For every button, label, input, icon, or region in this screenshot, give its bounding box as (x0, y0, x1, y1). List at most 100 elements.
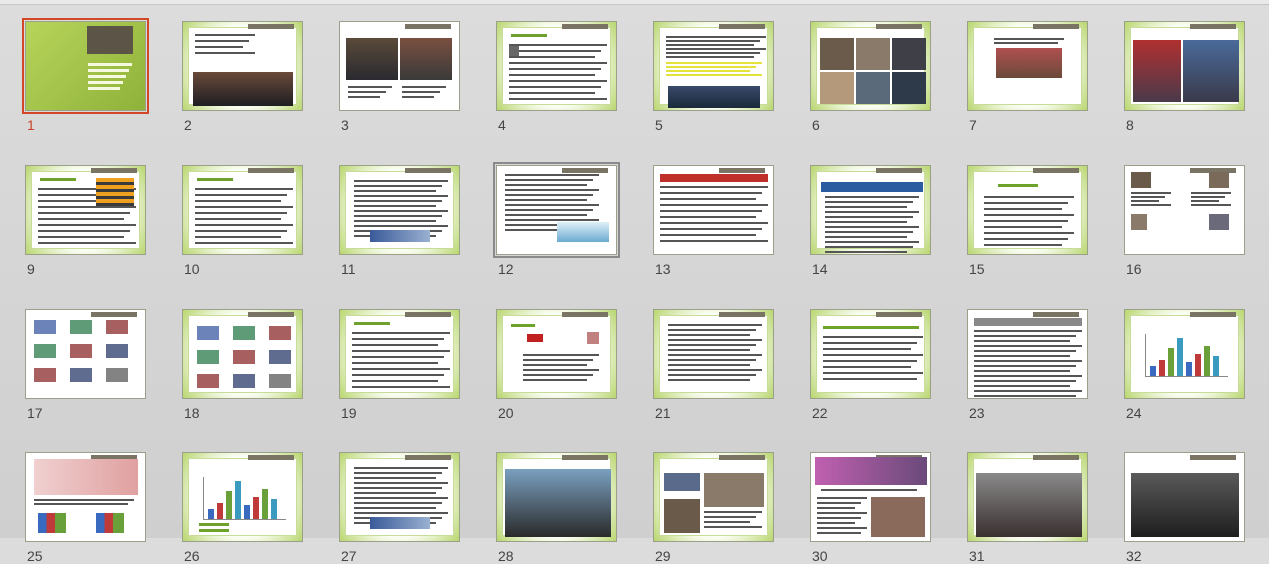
slide-thumbnail-cell[interactable]: 15 (942, 144, 1088, 277)
text-line (704, 516, 756, 518)
slide-thumbnail[interactable] (25, 452, 146, 542)
slide-frame (973, 171, 1082, 249)
slide-thumbnail[interactable] (653, 21, 774, 111)
slide-thumbnail[interactable] (653, 165, 774, 255)
slide-thumbnail[interactable] (810, 165, 931, 255)
text-line (195, 52, 255, 54)
slide-thumbnail-cell[interactable]: 28 (471, 431, 617, 564)
slide-thumbnail[interactable] (1124, 309, 1245, 399)
slide-thumbnail[interactable] (182, 309, 303, 399)
text-line (195, 34, 255, 36)
slide-thumbnail[interactable] (339, 309, 460, 399)
slide-thumbnail[interactable] (967, 452, 1088, 542)
text-line (509, 68, 601, 70)
text-line (668, 374, 756, 376)
slide-thumbnail[interactable] (339, 21, 460, 111)
text-line (195, 230, 287, 232)
slide-thumbnail[interactable] (1124, 452, 1245, 542)
slide-thumbnail-cell[interactable]: 32 (1099, 431, 1245, 564)
slide-thumbnail-cell[interactable]: 25 (0, 431, 146, 564)
slide-thumbnail-cell[interactable]: 29 (628, 431, 774, 564)
slide-thumbnail[interactable] (493, 162, 620, 258)
slide-thumbnail-cell[interactable]: 13 (628, 144, 774, 277)
slide-thumbnail-cell[interactable]: 19 (314, 288, 460, 421)
text-line (523, 369, 599, 371)
text-line (660, 222, 768, 224)
slide-frame (345, 315, 454, 393)
slide-thumbnail[interactable] (967, 309, 1088, 399)
logo-mark (34, 320, 56, 334)
slide-thumbnail-cell[interactable]: 12 (471, 144, 620, 277)
slide-thumbnail[interactable] (1124, 165, 1245, 255)
text-line (348, 96, 380, 98)
slide-thumbnail-cell[interactable]: 3 (314, 0, 460, 133)
slide-photo (704, 473, 764, 507)
text-line (348, 86, 392, 88)
slide-thumbnail-cell[interactable]: 21 (628, 288, 774, 421)
slide-thumbnail-cell[interactable]: 6 (785, 0, 931, 133)
text-line (352, 338, 444, 340)
slide-photo (820, 72, 854, 104)
text-line (352, 368, 450, 370)
text-line (505, 189, 599, 191)
slide-thumbnail-cell[interactable]: 4 (471, 0, 617, 133)
text-line (1191, 196, 1225, 198)
text-line (666, 52, 760, 54)
slide-thumbnail-cell[interactable]: 22 (785, 288, 931, 421)
text-line (823, 336, 923, 338)
slide-thumbnail-cell[interactable]: 1 (0, 0, 149, 133)
slide-thumbnail[interactable] (182, 21, 303, 111)
slide-thumbnail[interactable] (496, 452, 617, 542)
slide-thumbnail[interactable] (1124, 21, 1245, 111)
slide-sorter-grid: 1 2 3 4 5 6 7 8 9 10 11 12 13 14 15 16 17 18 19 20 21 22 23 24 2… (0, 0, 1269, 564)
slide-thumbnail[interactable] (339, 452, 460, 542)
text-line (817, 512, 867, 514)
slide-thumbnail[interactable] (182, 165, 303, 255)
slide-thumbnail[interactable] (653, 452, 774, 542)
slide-thumbnail-cell[interactable]: 23 (942, 288, 1088, 421)
slide-thumbnail-cell[interactable]: 2 (157, 0, 303, 133)
text-line (354, 467, 448, 469)
slide-thumbnail-cell[interactable]: 10 (157, 144, 303, 277)
slide-thumbnail-cell[interactable]: 5 (628, 0, 774, 133)
slide-thumbnail[interactable] (22, 18, 149, 114)
slide-photo (976, 473, 1082, 537)
slide-thumbnail-cell[interactable]: 18 (157, 288, 303, 421)
slide-thumbnail[interactable] (496, 21, 617, 111)
text-line (660, 204, 768, 206)
text-line (402, 96, 434, 98)
slide-thumbnail-cell[interactable]: 20 (471, 288, 617, 421)
slide-thumbnail-cell[interactable]: 27 (314, 431, 460, 564)
slide-thumbnail[interactable] (810, 309, 931, 399)
slide-thumbnail[interactable] (967, 165, 1088, 255)
slide-thumbnail[interactable] (810, 21, 931, 111)
slide-thumbnail[interactable] (182, 452, 303, 542)
text-line (505, 214, 587, 216)
text-line (354, 200, 442, 202)
slide-thumbnail[interactable] (25, 165, 146, 255)
text-line (666, 74, 762, 76)
slide-number: 24 (1126, 405, 1142, 421)
slide-thumbnail[interactable] (653, 309, 774, 399)
slide-thumbnail-cell[interactable]: 7 (942, 0, 1088, 133)
slide-thumbnail-cell[interactable]: 16 (1099, 144, 1245, 277)
slide-thumbnail-cell[interactable]: 26 (157, 431, 303, 564)
slide-thumbnail-cell[interactable]: 31 (942, 431, 1088, 564)
slide-thumbnail[interactable] (25, 309, 146, 399)
slide-thumbnail[interactable] (810, 452, 931, 542)
slide-photo (1131, 473, 1239, 537)
slide-thumbnail-cell[interactable]: 8 (1099, 0, 1245, 133)
slide-thumbnail[interactable] (339, 165, 460, 255)
slide-thumbnail-cell[interactable]: 24 (1099, 288, 1245, 421)
slide-thumbnail-cell[interactable]: 11 (314, 144, 460, 277)
slide-thumbnail-cell[interactable]: 14 (785, 144, 931, 277)
slide-frame (1130, 315, 1239, 393)
text-line (984, 208, 1062, 210)
slide-thumbnail[interactable] (496, 309, 617, 399)
slide-thumbnail-cell[interactable]: 9 (0, 144, 146, 277)
text-line (352, 386, 450, 388)
slide-number: 1 (27, 117, 35, 133)
slide-thumbnail[interactable] (967, 21, 1088, 111)
slide-thumbnail-cell[interactable]: 30 (785, 431, 931, 564)
slide-thumbnail-cell[interactable]: 17 (0, 288, 146, 421)
